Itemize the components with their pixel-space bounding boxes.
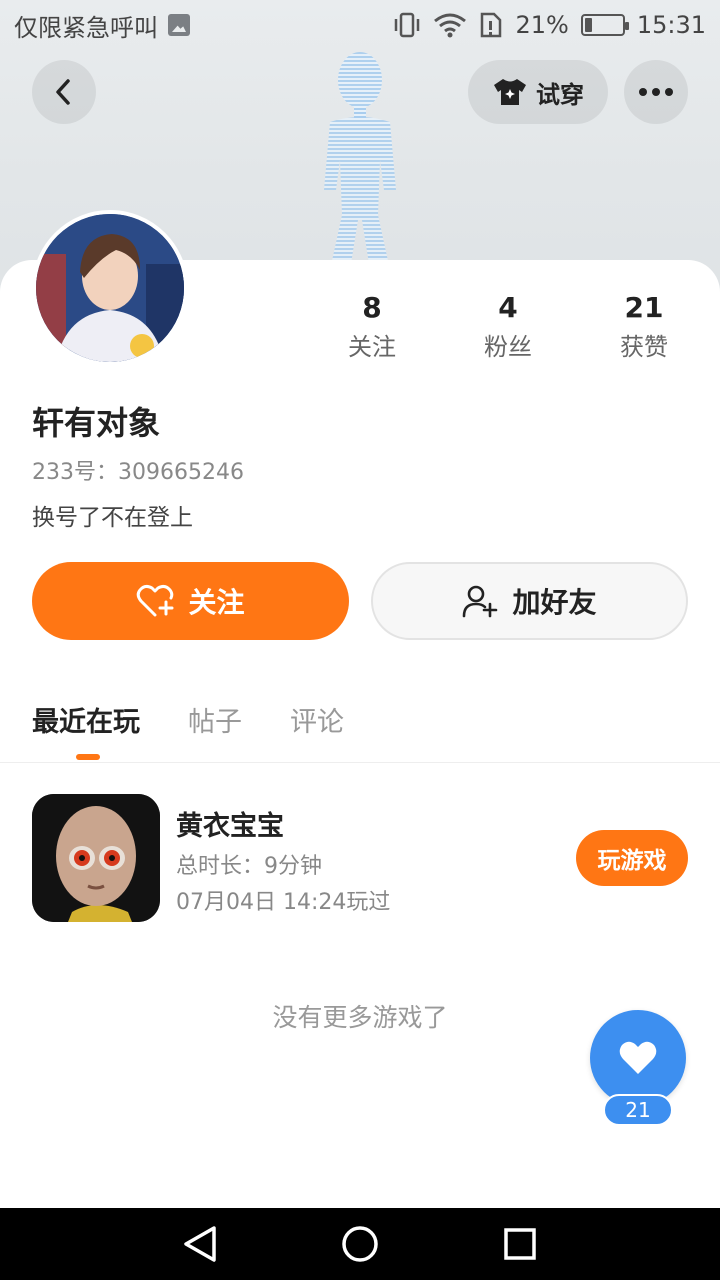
- tab-comments[interactable]: 评论: [290, 700, 344, 739]
- tab-posts[interactable]: 帖子: [188, 700, 242, 739]
- stat-number: 4: [498, 291, 518, 324]
- status-bar: 仅限紧急呼叫 21% 15:31: [0, 0, 720, 50]
- game-last-played: 07月04日 14:24玩过: [176, 890, 391, 915]
- person-plus-icon: [463, 585, 498, 618]
- stat-likes[interactable]: 21 获赞: [576, 290, 712, 364]
- battery-percent: 21%: [515, 11, 569, 39]
- stat-label: 关注: [348, 333, 396, 361]
- avatar[interactable]: [32, 210, 188, 366]
- game-icon: [32, 794, 160, 922]
- follow-label: 关注: [188, 586, 245, 619]
- nav-home-button[interactable]: [330, 1214, 390, 1274]
- nav-back-button[interactable]: [170, 1214, 230, 1274]
- more-dots-icon: [639, 88, 673, 96]
- active-tab-indicator: [76, 754, 100, 760]
- list-item[interactable]: 黄衣宝宝 总时长：9分钟 07月04日 14:24玩过 玩游戏: [32, 794, 688, 922]
- follow-button[interactable]: 关注: [32, 562, 349, 640]
- profile-stats: 8 关注 4 粉丝 21 获赞: [304, 290, 712, 364]
- stat-following[interactable]: 8 关注: [304, 290, 440, 364]
- stat-label: 粉丝: [484, 333, 532, 361]
- play-game-button[interactable]: 玩游戏: [576, 830, 688, 886]
- like-button[interactable]: [590, 1010, 686, 1106]
- heart-plus-icon: [137, 584, 174, 617]
- carrier-text: 仅限紧急呼叫: [14, 13, 158, 42]
- try-on-label: 试穿: [536, 80, 584, 109]
- back-triangle-icon: [184, 1226, 216, 1262]
- back-button[interactable]: [32, 60, 96, 124]
- stat-number: 21: [624, 291, 664, 324]
- game-cover-image: [32, 794, 160, 922]
- tshirt-icon: [494, 79, 526, 105]
- wifi-icon: [434, 13, 467, 38]
- avatar-image: [36, 214, 184, 362]
- 3d-avatar-figure: [324, 52, 396, 270]
- recents-square-icon: [504, 1228, 536, 1260]
- sim-alert-icon: [481, 12, 502, 38]
- content-tabs: 最近在玩 帖子 评论: [32, 700, 344, 739]
- add-friend-button[interactable]: 加好友: [371, 562, 688, 640]
- vibrate-icon: [395, 12, 420, 38]
- tabs-divider: [0, 762, 720, 763]
- game-duration: 总时长：9分钟: [176, 854, 322, 879]
- try-on-button[interactable]: 试穿: [468, 60, 608, 124]
- stat-number: 8: [362, 291, 382, 324]
- nav-recents-button[interactable]: [490, 1214, 550, 1274]
- more-button[interactable]: [624, 60, 688, 124]
- username: 轩有对象: [32, 404, 161, 442]
- battery-icon: [580, 14, 629, 36]
- stat-followers[interactable]: 4 粉丝: [440, 290, 576, 364]
- heart-icon: [619, 1041, 657, 1074]
- chevron-left-icon: [56, 79, 70, 105]
- game-title: 黄衣宝宝: [176, 811, 284, 842]
- stat-label: 获赞: [620, 333, 668, 361]
- user-bio: 换号了不在登上: [32, 505, 193, 531]
- tab-recent-games[interactable]: 最近在玩: [32, 700, 140, 739]
- clock: 15:31: [636, 11, 706, 39]
- like-count: 21: [603, 1094, 673, 1126]
- user-id: 233号：309665246: [32, 460, 244, 485]
- system-nav-bar: [0, 1208, 720, 1280]
- home-circle-icon: [342, 1226, 378, 1262]
- add-friend-label: 加好友: [512, 586, 597, 619]
- image-notification-icon: [168, 14, 190, 36]
